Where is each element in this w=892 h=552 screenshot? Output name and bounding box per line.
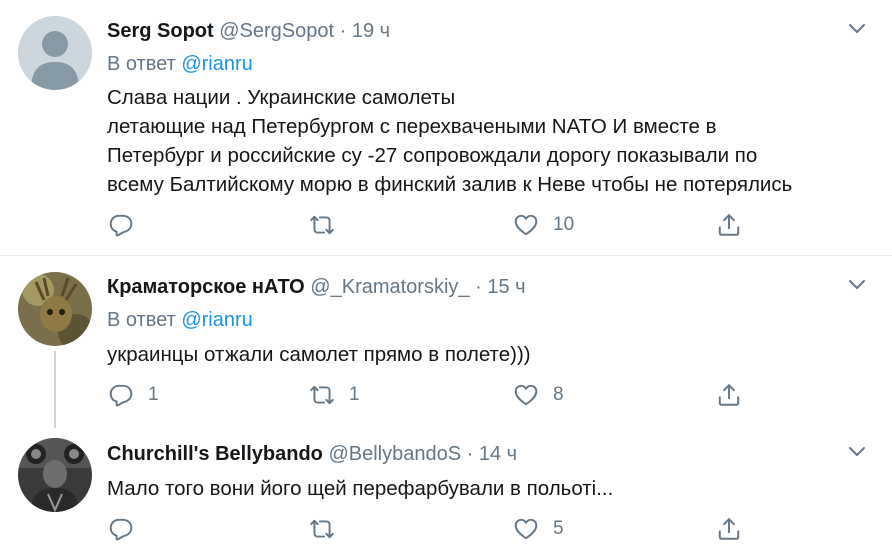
reply-icon <box>109 518 133 541</box>
like-count: 5 <box>553 518 564 539</box>
reply-icon <box>109 384 133 407</box>
display-name[interactable]: Краматорское нАТО <box>107 276 305 298</box>
tweet-2[interactable]: Краматорское нАТО @_Kramatorskiy_ · 15 ч… <box>0 256 892 428</box>
timestamp[interactable]: 19 ч <box>352 20 390 42</box>
reply-context: В ответ @rianru <box>107 307 253 333</box>
heart-icon <box>514 214 538 236</box>
tweet-3[interactable]: Churchill's Bellybando @BellybandoS · 14… <box>0 428 892 552</box>
thread-connector-line <box>54 351 56 428</box>
timestamp[interactable]: 15 ч <box>487 276 525 298</box>
reply-button[interactable] <box>108 516 148 542</box>
retweet-icon <box>310 215 334 235</box>
share-icon <box>718 384 740 406</box>
share-button[interactable] <box>716 382 742 408</box>
like-count: 8 <box>553 384 564 405</box>
reply-icon <box>109 214 133 237</box>
retweet-icon <box>310 519 334 539</box>
tweet-text: Мало того вони його щей перефарбували в … <box>107 477 614 500</box>
reply-prefix: В ответ <box>107 53 176 75</box>
chevron-down-icon[interactable] <box>848 20 866 38</box>
reply-mention-link[interactable]: @rianru <box>181 53 252 75</box>
reply-context: В ответ @rianru <box>107 51 253 77</box>
retweet-button[interactable]: 1 <box>309 382 360 408</box>
reply-count: 1 <box>148 384 159 405</box>
retweet-button[interactable] <box>309 516 349 542</box>
separator-dot: · <box>466 443 474 465</box>
default-avatar-icon <box>18 16 92 90</box>
display-name[interactable]: Serg Sopot <box>107 20 214 42</box>
tweet-text: украинцы отжали самолет прямо в полете))… <box>107 343 531 366</box>
like-button[interactable]: 10 <box>513 212 574 238</box>
separator-dot: · <box>475 276 482 298</box>
heart-icon <box>514 384 538 406</box>
reply-button[interactable]: 1 <box>108 382 159 408</box>
animal-avatar-icon <box>18 272 92 346</box>
like-button[interactable]: 5 <box>513 516 564 542</box>
user-handle[interactable]: @_Kramatorskiy_ <box>310 276 469 298</box>
like-count: 10 <box>553 214 575 235</box>
tweet-header: Serg Sopot @SergSopot · 19 ч <box>107 18 390 44</box>
tweet-text: Слава нации . Украинские самолеты летающ… <box>107 86 793 196</box>
share-button[interactable] <box>716 212 742 238</box>
reply-mention-link[interactable]: @rianru <box>181 309 252 331</box>
tweet-header: Churchill's Bellybando @BellybandoS · 14… <box>107 441 517 467</box>
avatar-kramatorskiy[interactable] <box>18 272 92 346</box>
chevron-down-icon[interactable] <box>848 276 866 294</box>
reply-prefix: В ответ <box>107 309 176 331</box>
like-button[interactable]: 8 <box>513 382 564 408</box>
retweet-icon <box>310 385 334 405</box>
heart-icon <box>514 518 538 540</box>
share-icon <box>718 214 740 236</box>
separator-dot: · <box>339 20 347 42</box>
vintage-photo-avatar-icon <box>18 438 92 512</box>
share-button[interactable] <box>716 516 742 542</box>
share-icon <box>718 518 740 540</box>
retweet-count: 1 <box>349 384 360 405</box>
user-handle[interactable]: @BellybandoS <box>328 443 461 465</box>
avatar-bellybando[interactable] <box>18 438 92 512</box>
retweet-button[interactable] <box>309 212 349 238</box>
chevron-down-icon[interactable] <box>848 443 866 461</box>
reply-button[interactable] <box>108 212 148 238</box>
avatar-default[interactable] <box>18 16 92 90</box>
tweet-header: Краматорское нАТО @_Kramatorskiy_ · 15 ч <box>107 274 526 300</box>
timestamp[interactable]: 14 ч <box>479 443 517 465</box>
display-name[interactable]: Churchill's Bellybando <box>107 443 323 465</box>
user-handle[interactable]: @SergSopot <box>219 20 334 42</box>
tweet-1[interactable]: Serg Sopot @SergSopot · 19 ч В ответ @ri… <box>0 0 892 255</box>
